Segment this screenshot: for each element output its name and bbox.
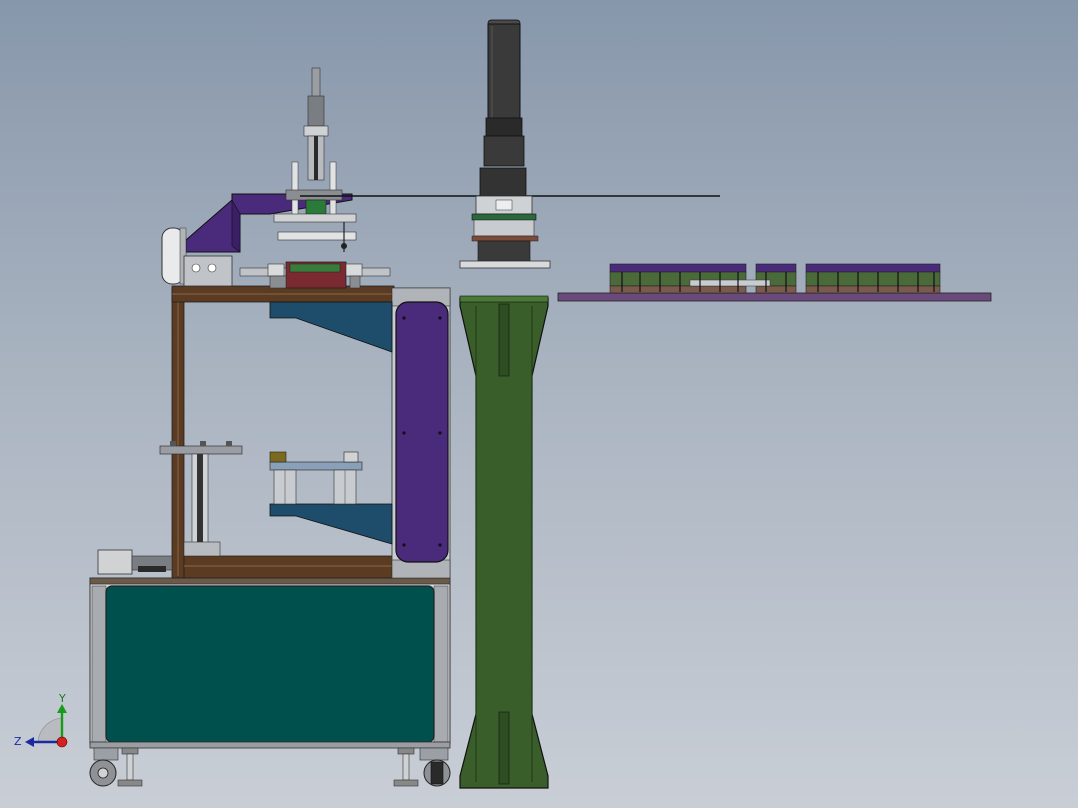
- output-conveyor: [557, 263, 992, 302]
- servo-motor: [97, 549, 173, 575]
- axis-triad: Y Z: [14, 692, 68, 748]
- slide-stage: [183, 255, 233, 287]
- leveling-foot-left: [117, 747, 143, 787]
- purple-chute: [185, 193, 353, 253]
- lower-tray-station: [269, 451, 363, 505]
- tray-group-left: [609, 263, 747, 273]
- cabinet-door-panel: [105, 585, 435, 743]
- caster-wheel-left: [89, 747, 119, 787]
- green-support-pillar: [459, 295, 549, 789]
- cad-assembly-drawing: Y Z: [14, 19, 992, 789]
- caster-wheel-right: [419, 747, 451, 787]
- x-axis-origin: [56, 736, 68, 748]
- vertical-actuator: [459, 19, 551, 269]
- machine-assembly: [89, 67, 451, 787]
- upper-blue-bracket: [269, 301, 393, 353]
- z-axis-label: Z: [14, 735, 22, 748]
- lower-blue-bracket: [269, 503, 393, 545]
- tray-group-middle: [755, 263, 797, 273]
- cabinet-base: [89, 577, 451, 749]
- leveling-foot-right: [393, 747, 419, 787]
- top-fixture-block: [239, 261, 391, 289]
- tray-group-right: [805, 263, 941, 273]
- cad-viewport[interactable]: Y Z: [0, 0, 1078, 808]
- side-guard-panel: [395, 301, 449, 563]
- roller-drum: [161, 227, 187, 285]
- y-axis-label: Y: [58, 692, 66, 705]
- press-cylinder: [273, 67, 357, 252]
